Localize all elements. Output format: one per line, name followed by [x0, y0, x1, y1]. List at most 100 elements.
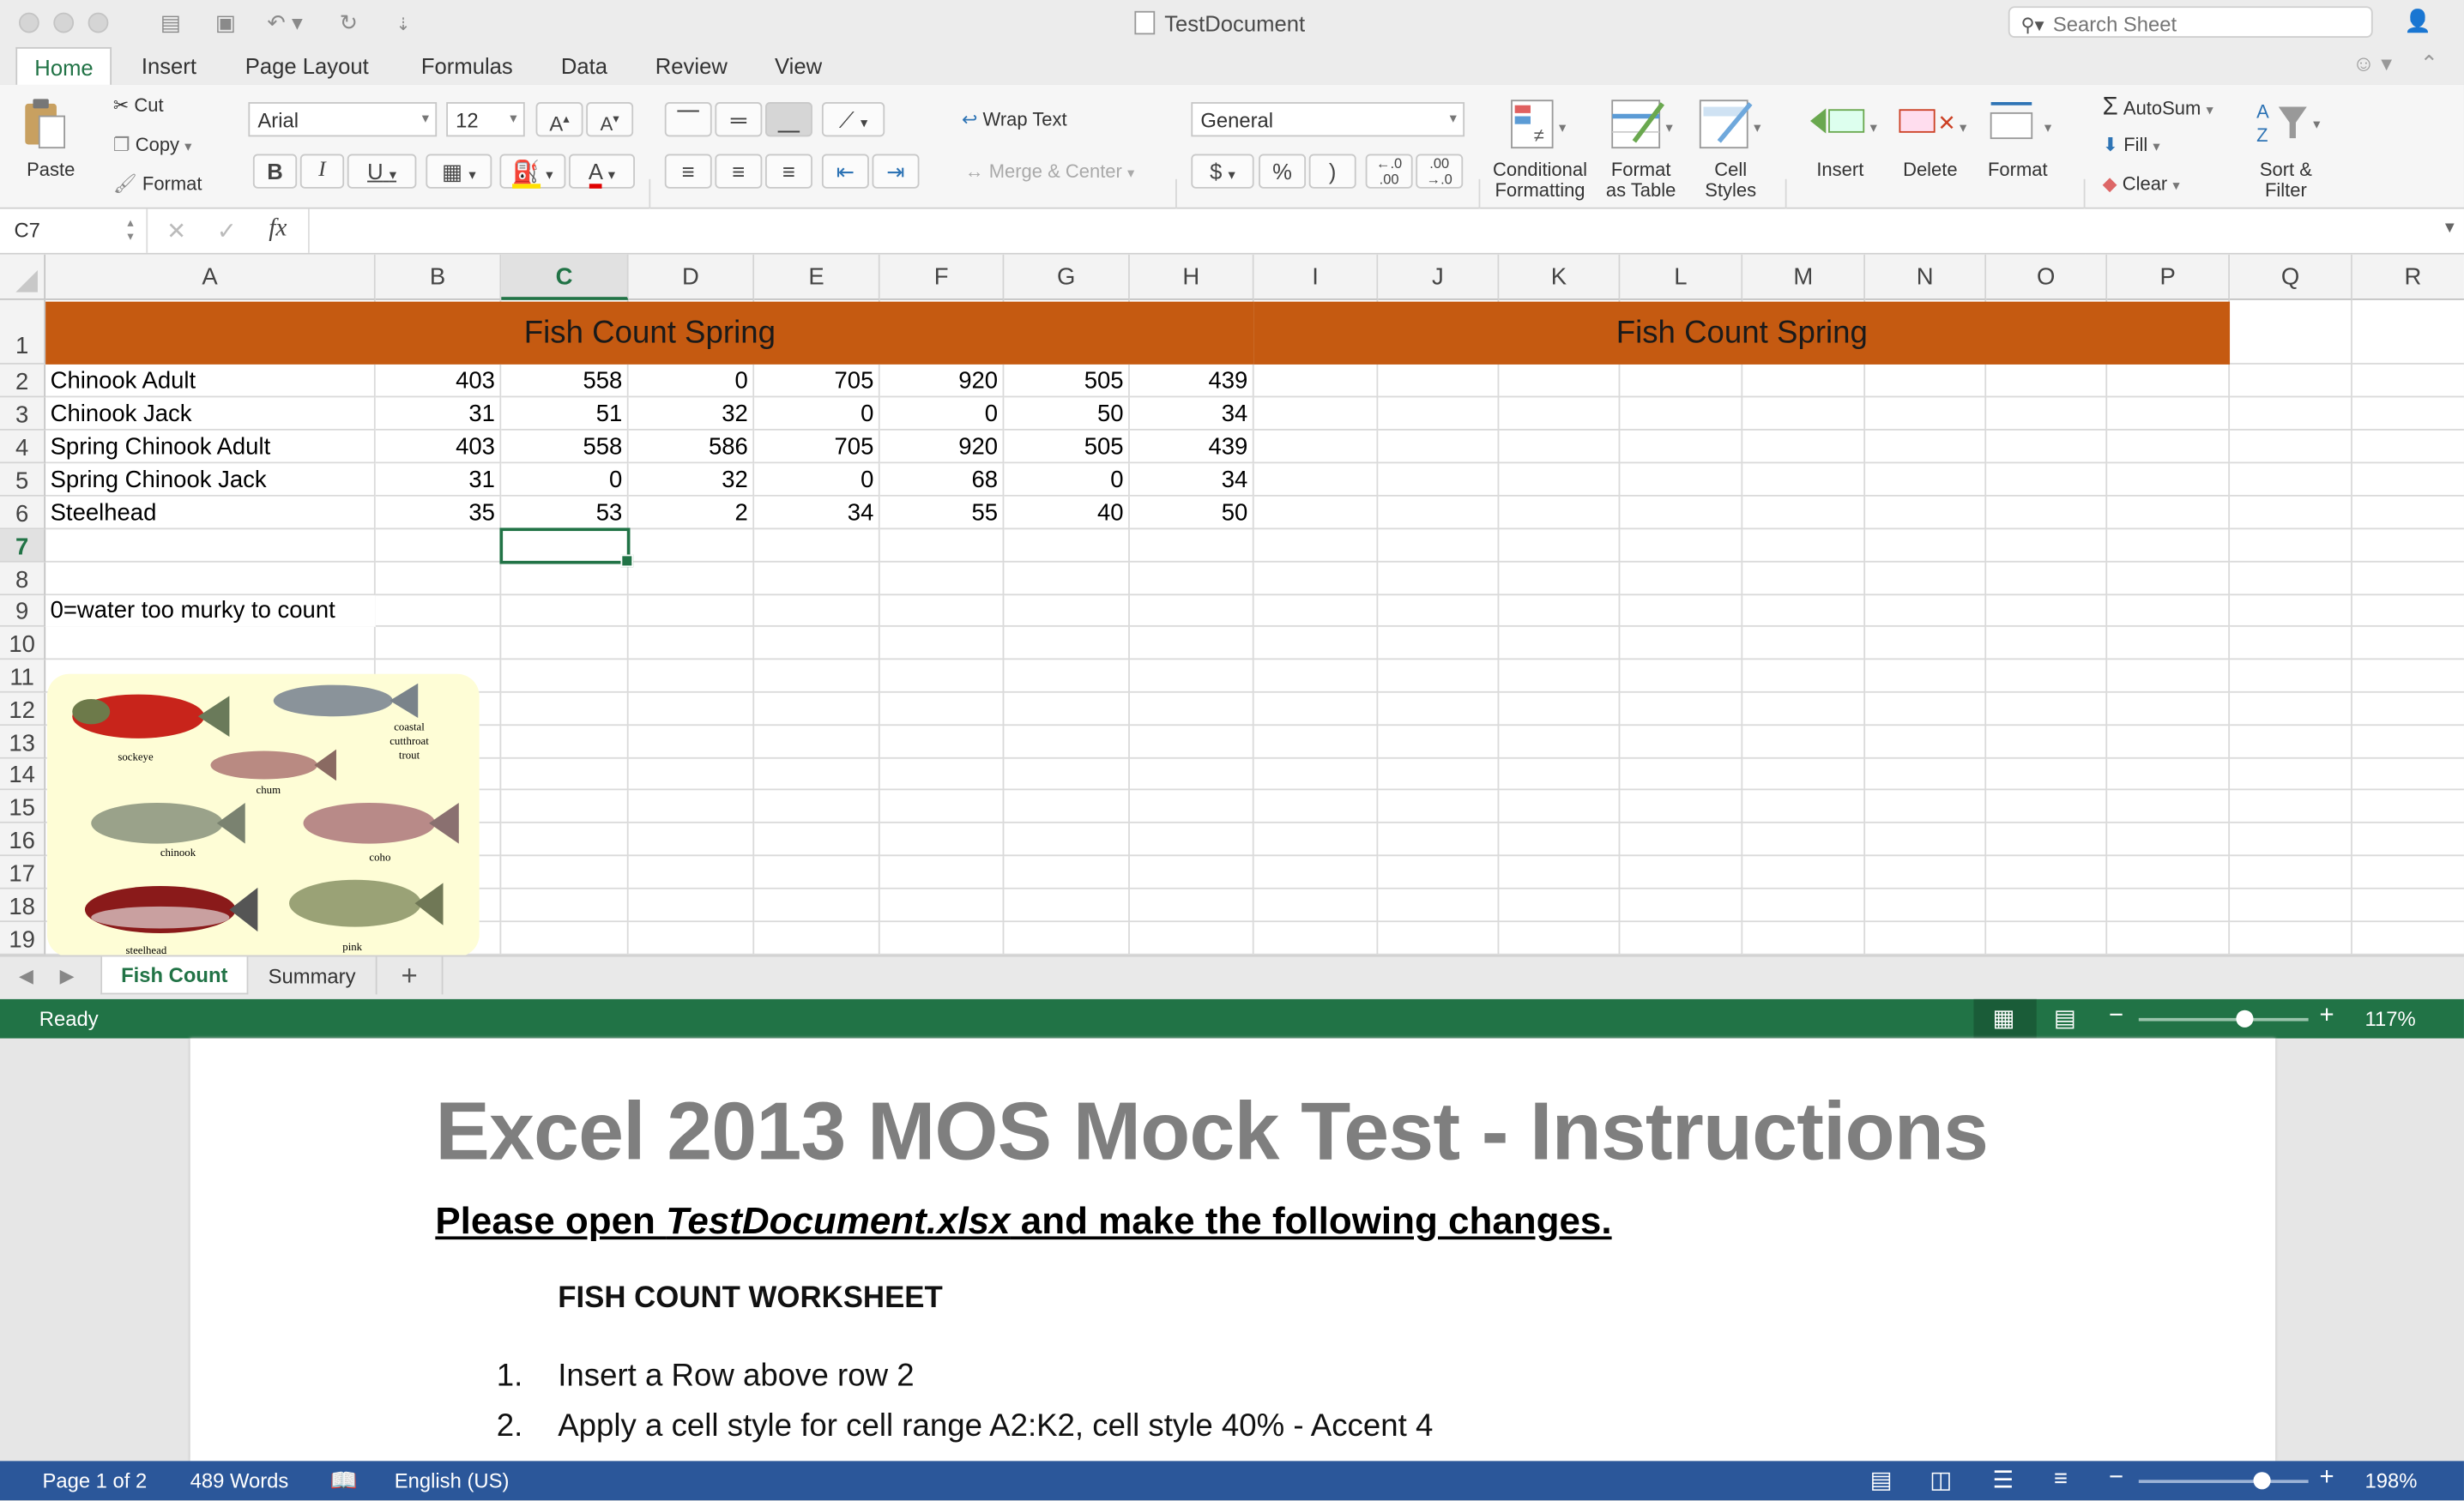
row-header-7[interactable]: 7 [0, 529, 46, 563]
increase-decimal-button[interactable]: ←.0.00 [1365, 154, 1413, 189]
cell[interactable] [1620, 823, 1743, 857]
decrease-decimal-button[interactable]: .00 →.0 [1416, 154, 1464, 189]
cell[interactable] [2230, 529, 2352, 563]
cell[interactable] [1253, 496, 1379, 530]
cell[interactable] [1986, 922, 2108, 955]
cell[interactable] [1865, 726, 1987, 759]
value-cell[interactable]: 920 [879, 364, 1005, 398]
cell[interactable] [1742, 758, 1866, 791]
cell[interactable] [501, 856, 629, 889]
cell[interactable] [754, 856, 880, 889]
cell[interactable] [1986, 463, 2108, 497]
cell[interactable] [1253, 823, 1379, 857]
cell[interactable] [501, 660, 629, 693]
cell[interactable] [1986, 823, 2108, 857]
cell[interactable] [1129, 856, 1254, 889]
cell[interactable] [1253, 889, 1379, 923]
draft-view-icon[interactable]: ≡ [2054, 1466, 2068, 1492]
cell[interactable] [1865, 889, 1987, 923]
cell[interactable] [1620, 529, 1743, 563]
print-layout-icon[interactable]: ▤ [1870, 1466, 1893, 1494]
cell[interactable] [1620, 922, 1743, 955]
cell[interactable] [1129, 758, 1254, 791]
cell[interactable] [879, 595, 1005, 627]
sheet-tab-fish-count[interactable]: Fish Count [100, 956, 249, 995]
cancel-icon[interactable]: ✕ [166, 217, 186, 245]
cell[interactable] [1986, 758, 2108, 791]
align-middle-button[interactable]: ═ [715, 102, 763, 137]
search-input[interactable] [2050, 10, 2355, 38]
cell[interactable] [1378, 595, 1500, 627]
value-cell[interactable]: 439 [1129, 364, 1254, 398]
row-label-cell[interactable]: Spring Chinook Adult [45, 430, 376, 464]
cell[interactable] [1620, 626, 1743, 660]
cell[interactable] [1620, 790, 1743, 823]
autosum-button[interactable]: Σ AutoSum ▾ [2103, 94, 2213, 123]
cell[interactable] [2352, 595, 2464, 627]
proofing-icon[interactable]: 📖 [330, 1468, 358, 1494]
cell-styles-button[interactable]: ▾ [1697, 98, 1766, 151]
cell[interactable] [1129, 562, 1254, 596]
tab-page-layout[interactable]: Page Layout [245, 53, 369, 78]
cell[interactable] [1986, 726, 2108, 759]
cell[interactable] [1865, 758, 1987, 791]
cell[interactable] [628, 856, 755, 889]
cell[interactable] [754, 626, 880, 660]
share-icon[interactable]: 👤 [2404, 8, 2431, 34]
clear-button[interactable]: ◆ Clear ▾ [2103, 172, 2180, 195]
column-header-r[interactable]: R [2352, 254, 2464, 300]
cell[interactable] [754, 529, 880, 563]
cell[interactable] [1865, 660, 1987, 693]
value-cell[interactable]: 55 [879, 496, 1005, 530]
cell[interactable] [1378, 922, 1500, 955]
cell[interactable] [501, 922, 629, 955]
cell[interactable] [879, 889, 1005, 923]
row-label-cell[interactable]: Steelhead [45, 496, 376, 530]
row-header-2[interactable]: 2 [0, 364, 46, 398]
cell[interactable] [1004, 758, 1130, 791]
cell[interactable] [1499, 463, 1621, 497]
cell[interactable] [2352, 726, 2464, 759]
table-title-banner[interactable]: Fish Count Spring [1253, 301, 2231, 365]
cell[interactable] [754, 922, 880, 955]
cell[interactable] [2352, 823, 2464, 857]
fish-species-image[interactable]: sockeye coastal cutthroat trout chum chino… [46, 673, 480, 955]
cell[interactable] [1004, 823, 1130, 857]
cell[interactable] [501, 562, 629, 596]
cell[interactable] [1986, 496, 2108, 530]
cell[interactable] [2352, 660, 2464, 693]
cell[interactable] [1253, 529, 1379, 563]
format-cells-button[interactable]: ▾ [1984, 98, 2063, 145]
cell[interactable] [375, 529, 502, 563]
cell[interactable] [1620, 430, 1743, 464]
increase-font-button[interactable]: A▴ [535, 102, 583, 137]
column-header-k[interactable]: K [1499, 254, 1621, 300]
cell[interactable] [2230, 889, 2352, 923]
cell[interactable] [2230, 562, 2352, 596]
value-cell[interactable]: 558 [501, 430, 629, 464]
cell[interactable] [1253, 626, 1379, 660]
cell[interactable] [628, 660, 755, 693]
comma-style-button[interactable]: ) [1308, 154, 1356, 189]
cell[interactable] [1378, 692, 1500, 726]
cell[interactable] [1986, 692, 2108, 726]
row-header-8[interactable]: 8 [0, 562, 46, 596]
cell[interactable] [1004, 562, 1130, 596]
formula-input[interactable] [321, 219, 2426, 247]
cell[interactable] [2107, 595, 2231, 627]
cell[interactable] [2107, 364, 2231, 398]
cell[interactable] [501, 889, 629, 923]
undo-icon[interactable]: ↶ ▾ [267, 9, 302, 36]
cell[interactable] [1986, 529, 2108, 563]
cell[interactable] [1865, 692, 1987, 726]
decrease-font-button[interactable]: A▾ [586, 102, 634, 137]
cell[interactable] [2230, 692, 2352, 726]
insert-function-icon[interactable]: fx [269, 215, 287, 244]
column-header-p[interactable]: P [2107, 254, 2231, 300]
cell[interactable] [1742, 626, 1866, 660]
cell[interactable] [1865, 529, 1987, 563]
row-header-10[interactable]: 10 [0, 626, 46, 660]
prev-sheet-icon[interactable]: ◀ [19, 965, 33, 987]
tab-data[interactable]: Data [561, 53, 607, 78]
cell[interactable] [1378, 529, 1500, 563]
